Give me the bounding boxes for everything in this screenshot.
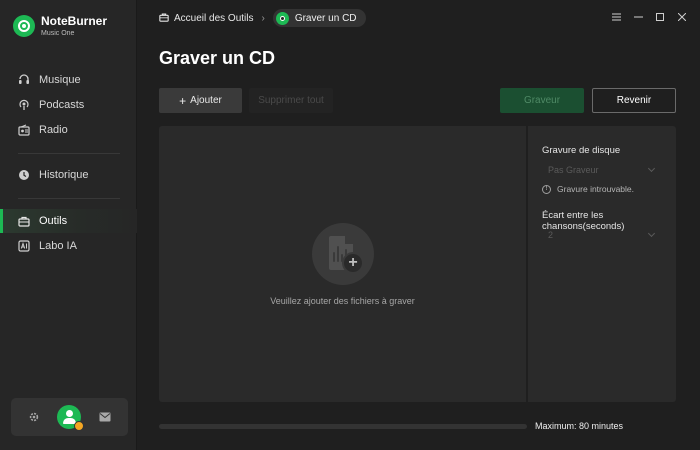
- remove-all-button-label: Supprimer tout: [258, 95, 324, 106]
- sidebar-item-labo-ia[interactable]: Labo IA: [0, 234, 137, 258]
- plus-icon: +: [179, 93, 187, 108]
- toolbox-icon: [159, 12, 169, 25]
- maximize-icon[interactable]: [649, 10, 671, 24]
- chevron-down-icon: [647, 164, 656, 173]
- burner-label: Gravure de disque: [542, 145, 621, 156]
- mail-icon[interactable]: [98, 410, 112, 424]
- burner-select[interactable]: Pas Graveur: [542, 161, 660, 179]
- premium-badge-icon: [74, 421, 85, 431]
- sidebar-item-podcasts[interactable]: Podcasts: [0, 93, 137, 117]
- close-icon[interactable]: [671, 10, 693, 24]
- settings-gear-icon[interactable]: [27, 410, 41, 424]
- podcast-icon: [18, 99, 30, 111]
- capacity-progress-bar: [159, 424, 527, 429]
- breadcrumb-home-label: Accueil des Outils: [174, 12, 254, 24]
- radio-icon: [18, 124, 30, 136]
- chevron-right-icon: ›: [261, 12, 265, 24]
- chevron-down-icon: [647, 229, 656, 238]
- breadcrumb-current-label: Graver un CD: [294, 12, 357, 24]
- burner-warning-text: Gravure introuvable.: [557, 184, 635, 194]
- add-file-icon[interactable]: +: [312, 223, 374, 285]
- ai-lab-icon: [18, 240, 30, 252]
- music-note-icon: [18, 74, 30, 86]
- sidebar-item-historique[interactable]: Historique: [0, 163, 137, 187]
- add-button[interactable]: + Ajouter: [159, 88, 242, 113]
- menu-icon[interactable]: [605, 10, 627, 24]
- page-title: Graver un CD: [159, 48, 276, 68]
- gap-select-value: 2: [548, 230, 554, 240]
- sidebar-item-label: Podcasts: [39, 99, 85, 111]
- toolbox-icon: [18, 215, 30, 227]
- breadcrumb-current: Graver un CD: [272, 9, 366, 27]
- sidebar-item-label: Radio: [39, 124, 68, 136]
- sidebar-item-radio[interactable]: Radio: [0, 118, 137, 142]
- brand: NoteBurner Music One: [13, 15, 107, 37]
- sidebar-divider: [18, 198, 120, 199]
- breadcrumb-home-link[interactable]: Accueil des Outils: [159, 12, 253, 25]
- burner-warning: ! Gravure introuvable.: [542, 184, 634, 194]
- sidebar-item-label: Labo IA: [39, 240, 77, 252]
- file-drop-zone[interactable]: + Veuillez ajouter des fichiers à graver: [159, 126, 526, 402]
- add-button-label: Ajouter: [190, 95, 222, 106]
- clock-icon: [18, 169, 30, 181]
- sidebar-divider: [18, 153, 120, 154]
- user-avatar[interactable]: [57, 405, 85, 431]
- drop-zone-hint: Veuillez ajouter des fichiers à graver: [270, 296, 415, 306]
- sidebar-item-label: Outils: [39, 215, 68, 227]
- app-name: NoteBurner: [41, 14, 108, 28]
- sidebar-item-musique[interactable]: Musique: [0, 68, 137, 92]
- gap-select[interactable]: 2: [542, 226, 660, 244]
- noteburner-logo-icon: [13, 15, 35, 37]
- minimize-icon[interactable]: [627, 10, 649, 24]
- sidebar-footer: [11, 398, 128, 436]
- burn-button-label: Graveur: [523, 95, 561, 106]
- burn-button[interactable]: Graveur: [500, 88, 584, 113]
- sidebar-item-outils[interactable]: Outils: [0, 209, 137, 233]
- sidebar: NoteBurner Music One Musique Podcasts Ra…: [0, 0, 137, 450]
- cd-disc-icon: [275, 11, 289, 25]
- back-button-label: Revenir: [616, 95, 652, 106]
- burner-select-value: Pas Graveur: [548, 165, 599, 175]
- app-subtitle: Music One: [41, 30, 75, 37]
- window-controls: [605, 10, 693, 24]
- remove-all-button[interactable]: Supprimer tout: [249, 88, 333, 113]
- burn-settings-panel: Gravure de disque Pas Graveur ! Gravure …: [527, 126, 676, 402]
- info-icon: !: [542, 184, 551, 194]
- sidebar-item-label: Historique: [39, 169, 89, 181]
- capacity-label: Maximum: 80 minutes: [535, 421, 624, 431]
- breadcrumb: Accueil des Outils › Graver un CD: [159, 9, 366, 27]
- sidebar-item-label: Musique: [39, 74, 81, 86]
- back-button[interactable]: Revenir: [592, 88, 676, 113]
